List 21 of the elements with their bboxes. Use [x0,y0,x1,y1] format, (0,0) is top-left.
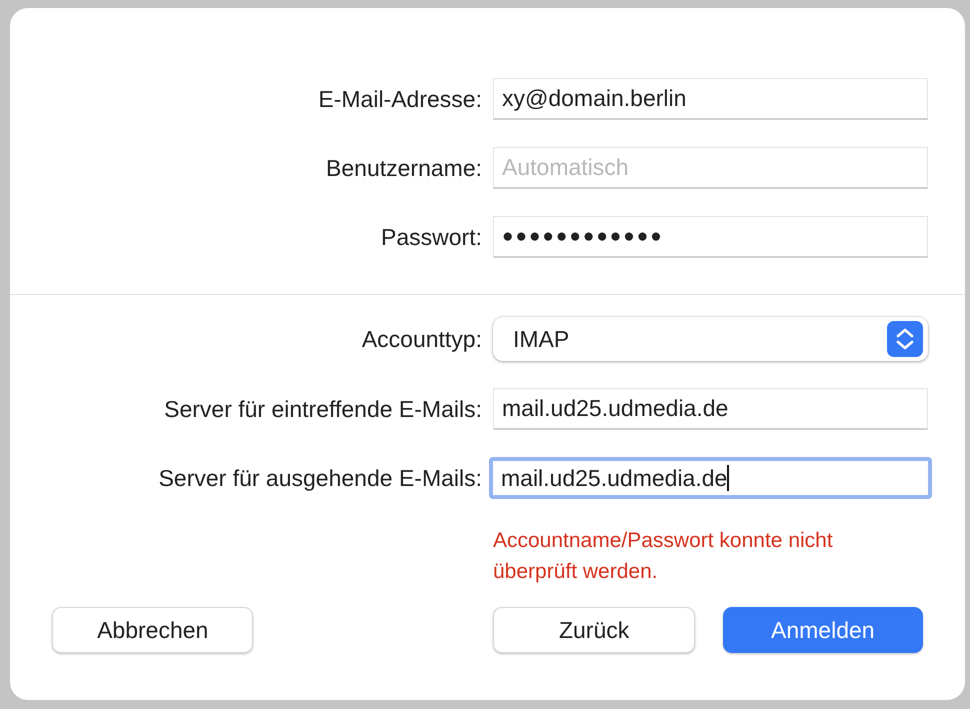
error-message: Accountname/Passwort konnte nicht überprüft werden. [493,528,834,585]
field-value: mail.ud25.udmedia.de [502,395,728,422]
button[interactable]: Abbrechen [52,607,254,653]
placeholder-text: Automatisch [502,154,629,181]
button[interactable]: Zurück [493,607,695,653]
account-type-select[interactable]: IMAP [493,317,928,361]
field-value: mail.ud25.udmedia.de [501,464,728,492]
input-field[interactable]: mail.ud25.udmedia.de [489,457,932,499]
field-label: Server für eintreffende E-Mails: [163,396,482,422]
primary-button[interactable]: Anmelden [722,607,923,653]
input-field[interactable]: mail.ud25.udmedia.de [493,388,928,430]
input-field[interactable]: xy@domain.berlin [493,78,928,120]
field-label: Passwort: [380,224,482,250]
stepper-icon [887,321,923,357]
field-label: Server für ausgehende E-Mails: [158,464,482,492]
password-field[interactable]: ●●●●●●●●●●●● [493,216,928,258]
masked-password: ●●●●●●●●●●●● [502,226,664,248]
field-value: xy@domain.berlin [502,85,686,112]
field-label: E-Mail-Adresse: [317,86,482,112]
field-label: Benutzername: [325,154,482,182]
field-label: Accounttyp: [360,326,482,352]
